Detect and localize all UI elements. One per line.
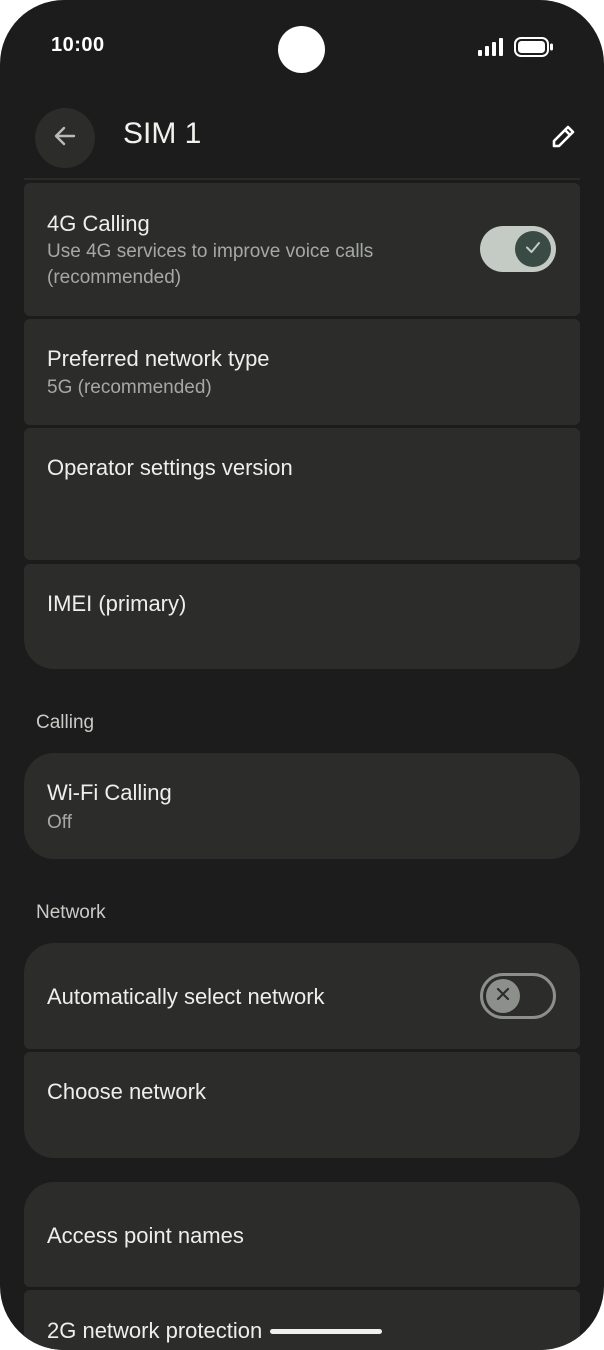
setting-title: Automatically select network [47,984,325,1009]
setting-imei[interactable]: IMEI (primary) [24,564,580,669]
app-bar-divider [24,178,580,180]
close-icon [495,986,511,1007]
setting-title: Choose network [47,1079,206,1104]
status-time: 10:00 [51,34,105,56]
setting-title: 4G Calling [47,211,150,236]
toggle-knob [486,979,520,1013]
setting-title: Operator settings version [47,455,293,480]
edit-button[interactable] [542,116,586,160]
setting-subtitle: 5G (recommended) [47,377,212,398]
setting-title: Preferred network type [47,346,270,371]
phone-screen: 10:00 SIM 1 4G Calling Use 4G services t… [0,0,604,1350]
check-icon [524,238,542,261]
battery-icon [514,37,554,62]
setting-preferred-network-type[interactable]: Preferred network type 5G (recommended) [24,319,580,425]
setting-title: Wi-Fi Calling [47,780,172,805]
setting-operator-settings-version[interactable]: Operator settings version [24,428,580,560]
setting-4g-calling[interactable]: 4G Calling Use 4G services to improve vo… [24,183,580,316]
setting-title: 2G network protection [47,1318,263,1343]
auto-select-network-toggle[interactable] [480,973,556,1019]
section-label-network: Network [36,902,106,923]
setting-subtitle: Use 4G services to improve voice calls [47,241,374,262]
setting-subtitle: (recommended) [47,267,182,288]
setting-title: Access point names [47,1223,244,1248]
4g-calling-toggle[interactable] [480,226,556,272]
setting-subtitle: Off [47,812,72,833]
toggle-knob [515,231,551,267]
setting-access-point-names[interactable]: Access point names [24,1182,580,1287]
status-bar: 10:00 [0,0,604,96]
setting-choose-network[interactable]: Choose network [24,1052,580,1158]
status-icons [478,37,554,62]
home-indicator[interactable] [270,1329,382,1334]
back-button[interactable] [35,108,95,168]
setting-wifi-calling[interactable]: Wi-Fi Calling Off [24,753,580,859]
signal-icon [478,37,504,62]
pencil-edit-icon [549,121,579,156]
camera-cutout [278,26,325,73]
arrow-back-icon [51,122,79,155]
setting-2g-network-protection[interactable]: 2G network protection [24,1290,580,1350]
setting-automatically-select-network[interactable]: Automatically select network [24,943,580,1049]
setting-title: IMEI (primary) [47,591,187,616]
page-title: SIM 1 [123,117,202,150]
section-label-calling: Calling [36,712,95,733]
app-bar: SIM 1 [0,96,604,178]
